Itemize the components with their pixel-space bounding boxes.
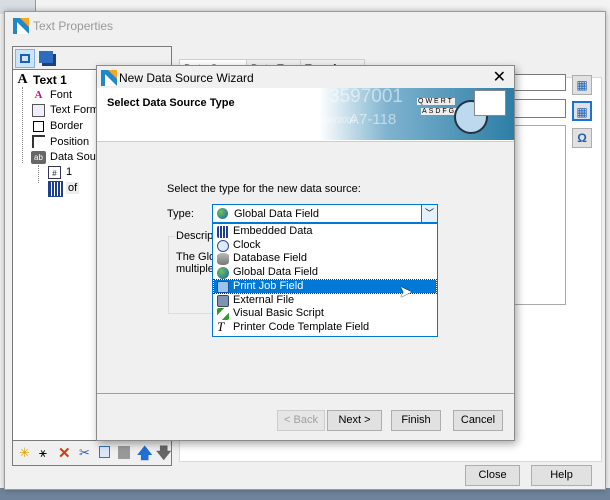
- special-character-button[interactable]: Ω: [572, 128, 592, 148]
- cancel-button[interactable]: Cancel: [453, 410, 503, 431]
- move-down-icon[interactable]: 🡇: [156, 443, 171, 468]
- source-field[interactable]: [510, 74, 566, 91]
- new-data-source-wizard-dialog: New Data Source Wizard ✕ Select Data Sou…: [96, 65, 515, 441]
- browse-button[interactable]: ▦: [572, 75, 592, 95]
- select-mode-icon[interactable]: [15, 49, 35, 68]
- wizard-title: New Data Source Wizard: [119, 71, 254, 85]
- selected-type: Global Data Field: [234, 208, 319, 220]
- text-format-icon: [32, 104, 45, 117]
- tree-item-position[interactable]: Position: [50, 136, 89, 148]
- close-button[interactable]: Close: [465, 465, 520, 486]
- name-field[interactable]: [510, 99, 566, 118]
- wizard-icon[interactable]: ⚹: [39, 445, 47, 461]
- wizard-banner-image: 3597001 A7-118 MAY2000 QWERT ASDFG: [319, 88, 514, 140]
- value-textarea[interactable]: [510, 125, 566, 305]
- tree-bottom-toolbar: ✳ ⚹ ✕ ✂ 🡅 🡇: [12, 440, 172, 466]
- option-printer-code-template-field[interactable]: T Printer Code Template Field: [214, 318, 436, 335]
- tree-item-font[interactable]: Font: [50, 89, 72, 101]
- tree-item-of[interactable]: of: [66, 182, 80, 194]
- layers-icon[interactable]: [39, 51, 53, 63]
- floppy-disk-icon: [217, 294, 229, 307]
- border-icon: [33, 121, 44, 132]
- table-graphic-icon: [474, 90, 506, 116]
- clock-icon: [217, 239, 229, 252]
- data-source-icon: ab: [31, 151, 46, 164]
- type-dropdown-list[interactable]: Embedded Data Clock Database Field Globa…: [212, 223, 438, 337]
- wizard-header: Select Data Source Type 3597001 A7-118 M…: [97, 88, 514, 142]
- tree-item-border[interactable]: Border: [50, 120, 83, 132]
- back-button[interactable]: < Back: [277, 410, 325, 431]
- app-logo-icon: [13, 18, 29, 34]
- type-prompt: Select the type for the new data source:: [167, 183, 361, 195]
- position-icon: [32, 135, 45, 148]
- new-icon[interactable]: ✳: [19, 445, 30, 461]
- option-embedded-data[interactable]: Embedded Data: [214, 225, 436, 239]
- embedded-data-icon: [217, 226, 229, 238]
- browse-name-button[interactable]: ▦: [572, 101, 592, 121]
- option-database-field[interactable]: Database Field: [214, 252, 436, 266]
- print-job-icon: [217, 280, 229, 293]
- tree-item-1[interactable]: 1: [66, 166, 72, 178]
- close-dialog-icon[interactable]: ✕: [493, 67, 506, 87]
- type-label: Type:: [167, 208, 194, 220]
- option-visual-basic-script[interactable]: Visual Basic Script: [214, 307, 436, 321]
- embedded-data-icon: [48, 181, 63, 197]
- wizard-logo-icon: [101, 70, 117, 86]
- option-clock[interactable]: Clock: [214, 239, 436, 253]
- chevron-down-icon[interactable]: ﹀: [421, 205, 437, 222]
- globe-icon: [217, 267, 229, 280]
- font-icon: A: [34, 89, 43, 101]
- next-button[interactable]: Next >: [327, 410, 382, 431]
- paste-icon[interactable]: [118, 446, 130, 459]
- footer-divider: [97, 393, 514, 394]
- help-button[interactable]: Help: [531, 465, 592, 486]
- wizard-header-title: Select Data Source Type: [107, 97, 235, 109]
- template-t-icon: T: [217, 318, 225, 334]
- text-object-icon: A: [17, 72, 28, 87]
- finish-button[interactable]: Finish: [391, 410, 441, 431]
- mouse-cursor-icon: ➤: [399, 284, 413, 301]
- type-combobox[interactable]: Global Data Field ﹀: [212, 204, 438, 223]
- globe-icon: [217, 208, 228, 219]
- tree-root-text1[interactable]: Text 1: [33, 73, 67, 87]
- option-global-data-field[interactable]: Global Data Field: [214, 266, 436, 280]
- move-up-icon[interactable]: 🡅: [137, 443, 152, 468]
- database-icon: [217, 253, 229, 266]
- number-field-icon: #: [48, 166, 61, 179]
- window-title: Text Properties: [33, 19, 114, 33]
- delete-icon[interactable]: ✕: [58, 444, 71, 462]
- copy-icon[interactable]: [99, 446, 110, 458]
- cut-icon[interactable]: ✂: [79, 445, 90, 461]
